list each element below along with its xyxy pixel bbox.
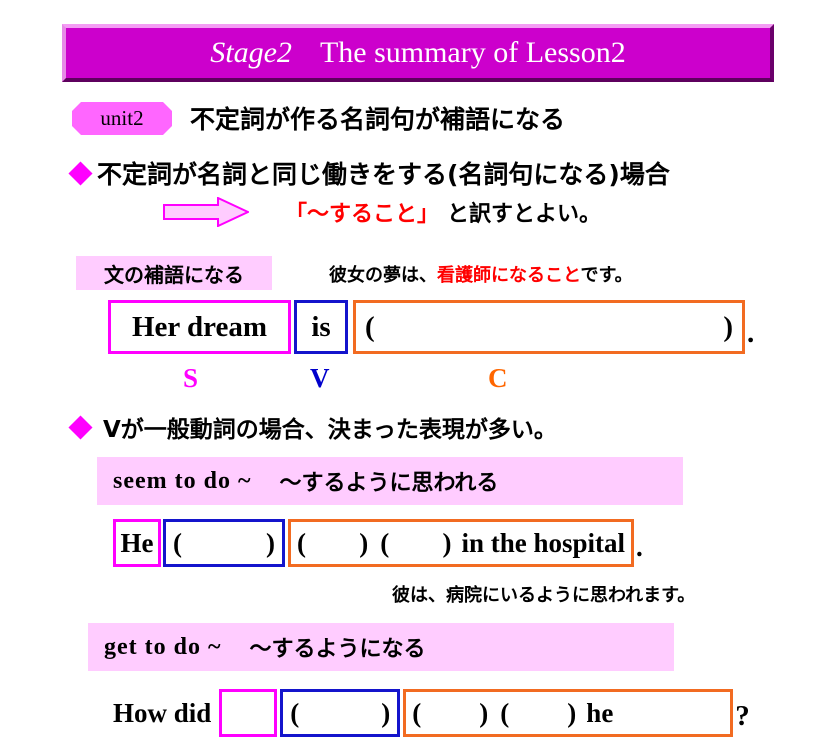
- complement-tail-text: in the hospital: [461, 527, 625, 558]
- complement-close-paren-1: ): [479, 697, 489, 728]
- complement-open-paren-1: (: [297, 527, 306, 558]
- label-v: V: [310, 363, 330, 393]
- title-stage-label: Stage2: [210, 36, 292, 69]
- subject-box: He: [113, 519, 161, 567]
- verb-box: is: [294, 300, 348, 354]
- verb-open-paren: (: [173, 527, 182, 558]
- bullet-2-text: Vが一般動詞の場合、決まった表現が多い。: [103, 417, 557, 443]
- slide-title-inner: Stage2 The summary of Lesson2: [210, 36, 625, 70]
- verb-close-paren: ): [381, 697, 391, 728]
- verb-open-paren: (: [290, 697, 300, 728]
- verb-box: ( ): [280, 689, 401, 737]
- jp1-after: です。: [580, 265, 633, 286]
- sentence-period-2: .: [636, 532, 643, 562]
- idiom-get-japanese: ～するようになる: [249, 637, 426, 662]
- slide-title-banner: Stage2 The summary of Lesson2: [62, 24, 774, 82]
- complement-open-paren-1: (: [412, 697, 422, 728]
- idiom-seem-japanese: ～するように思われる: [279, 471, 499, 496]
- sentence-period-1: .: [747, 317, 755, 349]
- title-main-label: The summary of Lesson2: [319, 36, 626, 69]
- diamond-bullet-icon: [68, 160, 93, 186]
- idiom-bar-seem: seem to do ~ ～するように思われる: [97, 457, 683, 505]
- sentence-diagram-row-1: Her dream is ( ) .: [108, 300, 754, 354]
- translation-hint-black: と訳すとよい。: [447, 202, 602, 227]
- unit-heading: 不定詞が作る名詞句が補語になる: [190, 105, 566, 134]
- subject-box: Her dream: [108, 300, 291, 354]
- block-arrow-right-icon: [163, 197, 249, 227]
- bullet-row-1: 不定詞が名詞と同じ働きをする(名詞句になる)場合: [68, 155, 670, 191]
- complement-open-paren-2: (: [500, 697, 510, 728]
- translation-hint-red: 「～すること」: [285, 202, 440, 227]
- japanese-sentence-1: 彼女の夢は、看護師になることです。: [329, 261, 633, 287]
- verb-box: ( ): [163, 519, 285, 567]
- complement-box: ( ) ( ) in the hospital: [288, 519, 634, 567]
- complement-close-paren-2: ): [442, 527, 452, 558]
- verb-close-paren: ): [266, 527, 275, 558]
- japanese-sentence-2: 彼は、病院にいるように思われます。: [392, 585, 696, 606]
- unit-badge: unit2: [72, 102, 172, 135]
- idiom-seem-english: seem to do ~: [113, 467, 252, 494]
- idiom-bar-get: get to do ~ ～するようになる: [88, 623, 674, 671]
- complement-paren-pair-1: ( ): [297, 528, 368, 559]
- complement-tail-text: he: [586, 697, 614, 728]
- complement-paren-pair-2: ( ): [380, 528, 451, 559]
- complement-section-label: 文の補語になる: [76, 256, 272, 290]
- complement-close-paren: ): [723, 310, 733, 343]
- complement-box: ( ): [353, 300, 745, 354]
- label-c: C: [488, 363, 508, 393]
- complement-paren-pair-1: ( ): [412, 698, 488, 729]
- bullet-row-2: Vが一般動詞の場合、決まった表現が多い。: [68, 410, 557, 444]
- complement-close-paren-1: ): [359, 527, 369, 558]
- translation-hint-row: 「～すること」 と訳すとよい。: [163, 196, 601, 228]
- diamond-bullet-icon: [68, 414, 93, 440]
- bullet-1-text: 不定詞が名詞と同じ働きをする(名詞句になる)場合: [97, 160, 670, 189]
- row3-question-mark: ?: [735, 700, 750, 732]
- jp1-before: 彼女の夢は、: [329, 265, 437, 286]
- row3-lead-text: How did: [113, 697, 212, 728]
- complement-box: ( ) ( ) he: [403, 689, 734, 737]
- complement-paren-pair-2: ( ): [500, 698, 576, 729]
- complement-open-paren: (: [365, 310, 375, 343]
- label-s: S: [183, 363, 199, 393]
- idiom-get-english: get to do ~: [104, 633, 222, 660]
- complement-open-paren-2: (: [380, 527, 390, 558]
- sentence-diagram-row-3: How did ( ) ( ) ( ) he ?: [113, 689, 750, 737]
- sentence-diagram-row-2: He ( ) ( ) ( ) in the hospital .: [113, 519, 643, 567]
- jp1-highlight: 看護師になること: [437, 265, 581, 286]
- subject-box: [219, 689, 278, 737]
- complement-close-paren-2: ): [567, 697, 577, 728]
